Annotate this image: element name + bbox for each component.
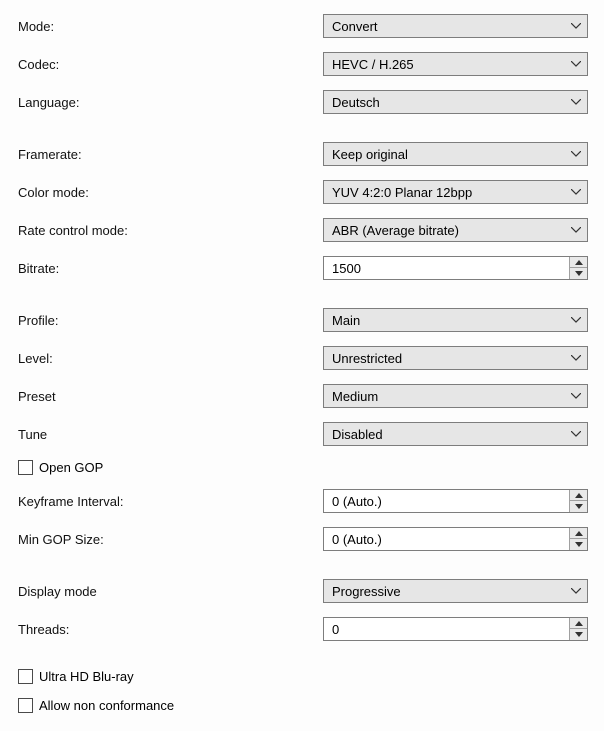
select-preset-value: Medium [332, 389, 378, 404]
spin-keyframe-interval[interactable]: 0 (Auto.) [323, 489, 588, 513]
row-codec: Codec: HEVC / H.265 [18, 52, 588, 76]
spin-keyframe-interval-value: 0 (Auto.) [332, 494, 382, 509]
label-display-mode: Display mode [18, 584, 323, 599]
label-open-gop: Open GOP [39, 460, 103, 475]
row-display-mode: Display mode Progressive [18, 579, 588, 603]
spin-up-button[interactable] [570, 490, 587, 501]
label-preset: Preset [18, 389, 323, 404]
select-tune[interactable]: Disabled [323, 422, 588, 446]
spin-min-gop-size[interactable]: 0 (Auto.) [323, 527, 588, 551]
spin-min-gop-size-value: 0 (Auto.) [332, 532, 382, 547]
spin-down-button[interactable] [570, 501, 587, 512]
select-mode[interactable]: Convert [323, 14, 588, 38]
select-rate-control-value: ABR (Average bitrate) [332, 223, 459, 238]
row-preset: Preset Medium [18, 384, 588, 408]
label-language: Language: [18, 95, 323, 110]
spin-up-button[interactable] [570, 257, 587, 268]
spin-buttons [569, 528, 587, 550]
select-framerate-value: Keep original [332, 147, 408, 162]
chevron-down-icon [571, 355, 581, 361]
checkbox-uhd-bluray[interactable] [18, 669, 33, 684]
label-tune: Tune [18, 427, 323, 442]
chevron-down-icon [571, 23, 581, 29]
row-profile: Profile: Main [18, 308, 588, 332]
row-tune: Tune Disabled [18, 422, 588, 446]
chevron-down-icon [571, 588, 581, 594]
label-framerate: Framerate: [18, 147, 323, 162]
select-mode-value: Convert [332, 19, 378, 34]
row-allow-nonconf: Allow non conformance [18, 698, 588, 713]
row-keyframe-interval: Keyframe Interval: 0 (Auto.) [18, 489, 588, 513]
spin-down-button[interactable] [570, 539, 587, 550]
label-threads: Threads: [18, 622, 323, 637]
chevron-down-icon [571, 151, 581, 157]
spin-threads[interactable]: 0 [323, 617, 588, 641]
select-level-value: Unrestricted [332, 351, 402, 366]
checkbox-allow-nonconf[interactable] [18, 698, 33, 713]
row-color-mode: Color mode: YUV 4:2:0 Planar 12bpp [18, 180, 588, 204]
row-min-gop-size: Min GOP Size: 0 (Auto.) [18, 527, 588, 551]
spin-threads-value: 0 [332, 622, 339, 637]
row-rate-control: Rate control mode: ABR (Average bitrate) [18, 218, 588, 242]
label-min-gop-size: Min GOP Size: [18, 532, 323, 547]
row-uhd-bluray: Ultra HD Blu-ray [18, 669, 588, 684]
label-uhd-bluray: Ultra HD Blu-ray [39, 669, 134, 684]
label-mode: Mode: [18, 19, 323, 34]
encoder-settings-form: Mode: Convert Codec: HEVC / H.265 Langua… [0, 0, 604, 731]
checkbox-open-gop[interactable] [18, 460, 33, 475]
chevron-down-icon [571, 99, 581, 105]
chevron-down-icon [571, 431, 581, 437]
spin-buttons [569, 490, 587, 512]
row-language: Language: Deutsch [18, 90, 588, 114]
row-level: Level: Unrestricted [18, 346, 588, 370]
label-level: Level: [18, 351, 323, 366]
label-color-mode: Color mode: [18, 185, 323, 200]
spin-bitrate[interactable]: 1500 [323, 256, 588, 280]
select-language-value: Deutsch [332, 95, 380, 110]
select-framerate[interactable]: Keep original [323, 142, 588, 166]
select-level[interactable]: Unrestricted [323, 346, 588, 370]
spin-down-button[interactable] [570, 629, 587, 640]
label-bitrate: Bitrate: [18, 261, 323, 276]
select-color-mode[interactable]: YUV 4:2:0 Planar 12bpp [323, 180, 588, 204]
row-bitrate: Bitrate: 1500 [18, 256, 588, 280]
label-keyframe-interval: Keyframe Interval: [18, 494, 323, 509]
row-open-gop: Open GOP [18, 460, 588, 475]
select-profile-value: Main [332, 313, 360, 328]
select-codec-value: HEVC / H.265 [332, 57, 414, 72]
label-rate-control: Rate control mode: [18, 223, 323, 238]
row-threads: Threads: 0 [18, 617, 588, 641]
select-display-mode-value: Progressive [332, 584, 401, 599]
label-codec: Codec: [18, 57, 323, 72]
label-allow-nonconf: Allow non conformance [39, 698, 174, 713]
select-codec[interactable]: HEVC / H.265 [323, 52, 588, 76]
spin-buttons [569, 257, 587, 279]
spin-up-button[interactable] [570, 528, 587, 539]
select-preset[interactable]: Medium [323, 384, 588, 408]
chevron-down-icon [571, 61, 581, 67]
chevron-down-icon [571, 227, 581, 233]
select-color-mode-value: YUV 4:2:0 Planar 12bpp [332, 185, 472, 200]
chevron-down-icon [571, 393, 581, 399]
label-profile: Profile: [18, 313, 323, 328]
select-rate-control[interactable]: ABR (Average bitrate) [323, 218, 588, 242]
select-profile[interactable]: Main [323, 308, 588, 332]
spin-bitrate-value: 1500 [332, 261, 361, 276]
spin-down-button[interactable] [570, 268, 587, 279]
select-display-mode[interactable]: Progressive [323, 579, 588, 603]
spin-buttons [569, 618, 587, 640]
row-framerate: Framerate: Keep original [18, 142, 588, 166]
chevron-down-icon [571, 189, 581, 195]
spin-up-button[interactable] [570, 618, 587, 629]
row-mode: Mode: Convert [18, 14, 588, 38]
select-language[interactable]: Deutsch [323, 90, 588, 114]
select-tune-value: Disabled [332, 427, 383, 442]
chevron-down-icon [571, 317, 581, 323]
